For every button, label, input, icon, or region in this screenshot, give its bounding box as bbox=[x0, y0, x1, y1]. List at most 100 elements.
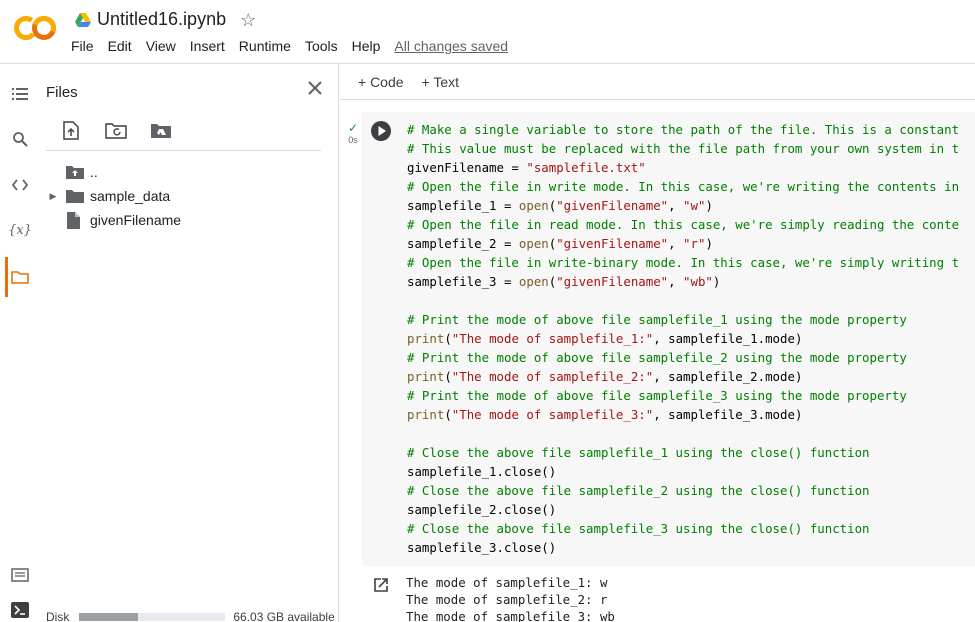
app-header: Untitled16.ipynb ☆ File Edit View Insert… bbox=[0, 0, 975, 64]
left-rail: {x} bbox=[0, 64, 38, 622]
code-icon[interactable] bbox=[10, 175, 30, 195]
google-drive-icon bbox=[75, 12, 91, 27]
upload-icon[interactable] bbox=[60, 119, 82, 141]
code-line: # Open the file in write mode. In this c… bbox=[407, 177, 959, 196]
menu-insert[interactable]: Insert bbox=[190, 38, 225, 54]
disk-label: Disk bbox=[46, 610, 70, 622]
code-line: # Open the file in write-binary mode. In… bbox=[407, 253, 959, 272]
output-line: The mode of samplefile_3: wb bbox=[406, 609, 615, 622]
tree-item-sample-data[interactable]: ▶ sample_data bbox=[46, 184, 326, 208]
files-divider bbox=[46, 150, 321, 151]
code-line: givenFilename = "samplefile.txt" bbox=[407, 158, 959, 177]
code-token: samplefile_1 = bbox=[407, 198, 519, 213]
folder-icon[interactable] bbox=[10, 267, 30, 287]
code-line: samplefile_2 = open("givenFilename", "r"… bbox=[407, 234, 959, 253]
check-icon: ✓ bbox=[347, 121, 359, 135]
cell-run-time: 0s bbox=[348, 135, 358, 145]
run-cell-button[interactable] bbox=[370, 120, 392, 142]
code-token: ) bbox=[712, 274, 721, 289]
drive-mount-icon[interactable] bbox=[150, 119, 172, 141]
star-icon[interactable]: ☆ bbox=[240, 11, 256, 29]
notebook-area: + Code + Text ✓ 0s # Make a single varia… bbox=[340, 64, 975, 622]
code-token: givenFilename = bbox=[407, 160, 527, 175]
command-palette-icon[interactable] bbox=[10, 565, 30, 585]
code-token: "samplefile.txt" bbox=[526, 160, 646, 175]
files-panel: Files .. ▶ sample_data givenFilename Dis… bbox=[38, 64, 339, 622]
menu-icon[interactable] bbox=[10, 84, 30, 104]
code-token: "w" bbox=[683, 198, 706, 213]
active-indicator bbox=[5, 257, 8, 297]
search-icon[interactable] bbox=[10, 129, 30, 149]
code-editor[interactable]: # Make a single variable to store the pa… bbox=[407, 120, 959, 557]
code-token: , bbox=[668, 198, 684, 213]
add-text-button[interactable]: + Text bbox=[422, 74, 460, 90]
code-token: "givenFilename" bbox=[556, 274, 669, 289]
disk-usage-bar bbox=[79, 613, 226, 621]
menu-runtime[interactable]: Runtime bbox=[239, 38, 291, 54]
code-token: # This value must be replaced with the f… bbox=[407, 141, 960, 156]
parent-folder-icon bbox=[66, 164, 84, 180]
code-token: open bbox=[518, 236, 549, 251]
code-line: # Close the above file samplefile_1 usin… bbox=[407, 443, 959, 462]
title-row: Untitled16.ipynb ☆ bbox=[75, 9, 256, 30]
code-token: samplefile_1.close() bbox=[407, 464, 557, 479]
files-panel-title: Files bbox=[46, 84, 78, 101]
menu-tools[interactable]: Tools bbox=[305, 38, 338, 54]
code-token: "givenFilename" bbox=[556, 198, 669, 213]
file-icon bbox=[66, 211, 84, 229]
code-token: # Close the above file samplefile_3 usin… bbox=[407, 521, 870, 536]
output-icon[interactable] bbox=[372, 576, 390, 594]
menu-view[interactable]: View bbox=[146, 38, 176, 54]
close-icon[interactable] bbox=[306, 79, 324, 97]
code-token: ) bbox=[705, 236, 713, 251]
code-token: print bbox=[407, 331, 445, 346]
tree-item-label: sample_data bbox=[90, 188, 171, 204]
code-token: , samplefile_1.mode) bbox=[653, 331, 803, 346]
variables-icon[interactable]: {x} bbox=[8, 220, 32, 240]
code-token: "The mode of samplefile_1:" bbox=[451, 331, 654, 346]
code-token: # Open the file in read mode. In this ca… bbox=[407, 217, 960, 232]
code-token: # Open the file in write mode. In this c… bbox=[407, 179, 960, 194]
code-line: samplefile_3.close() bbox=[407, 538, 959, 557]
menu-edit[interactable]: Edit bbox=[108, 38, 132, 54]
save-status-link[interactable]: All changes saved bbox=[394, 38, 508, 54]
code-line: # Close the above file samplefile_2 usin… bbox=[407, 481, 959, 500]
code-line: # This value must be replaced with the f… bbox=[407, 139, 959, 158]
expand-caret-icon[interactable]: ▶ bbox=[46, 191, 60, 202]
disk-usage-fill bbox=[79, 613, 138, 621]
code-token: print bbox=[407, 369, 445, 384]
menu-bar: File Edit View Insert Runtime Tools Help… bbox=[71, 38, 508, 54]
cell-run-status: ✓ 0s bbox=[345, 121, 361, 145]
add-code-button[interactable]: + Code bbox=[358, 74, 404, 90]
file-tree: .. ▶ sample_data givenFilename bbox=[46, 160, 326, 232]
code-line: samplefile_2.close() bbox=[407, 500, 959, 519]
notebook-title[interactable]: Untitled16.ipynb bbox=[97, 9, 226, 30]
code-token: ( bbox=[444, 331, 452, 346]
code-token: # Close the above file samplefile_2 usin… bbox=[407, 483, 870, 498]
code-line: print("The mode of samplefile_1:", sampl… bbox=[407, 329, 959, 348]
code-token: # Print the mode of above file samplefil… bbox=[407, 312, 907, 327]
code-token: , bbox=[668, 274, 684, 289]
code-token: # Close the above file samplefile_1 usin… bbox=[407, 445, 870, 460]
code-token: samplefile_3.close() bbox=[407, 540, 557, 555]
code-token: ( bbox=[444, 407, 452, 422]
code-line: # Print the mode of above file samplefil… bbox=[407, 386, 959, 405]
menu-file[interactable]: File bbox=[71, 38, 94, 54]
menu-help[interactable]: Help bbox=[352, 38, 381, 54]
code-line: # Print the mode of above file samplefil… bbox=[407, 348, 959, 367]
code-line: print("The mode of samplefile_2:", sampl… bbox=[407, 367, 959, 386]
code-line: # Make a single variable to store the pa… bbox=[407, 120, 959, 139]
code-line: samplefile_3 = open("givenFilename", "wb… bbox=[407, 272, 959, 291]
tree-item-givenfilename[interactable]: givenFilename bbox=[46, 208, 326, 232]
code-line: samplefile_1.close() bbox=[407, 462, 959, 481]
tree-item-parent[interactable]: .. bbox=[46, 160, 326, 184]
refresh-icon[interactable] bbox=[105, 119, 127, 141]
cell-output: The mode of samplefile_1: w The mode of s… bbox=[406, 574, 615, 622]
code-token: , samplefile_2.mode) bbox=[653, 369, 803, 384]
colab-logo-icon[interactable] bbox=[12, 14, 58, 42]
terminal-icon[interactable] bbox=[10, 600, 30, 620]
notebook-toolbar: + Code + Text bbox=[340, 64, 975, 100]
code-token: samplefile_2 = bbox=[407, 236, 519, 251]
